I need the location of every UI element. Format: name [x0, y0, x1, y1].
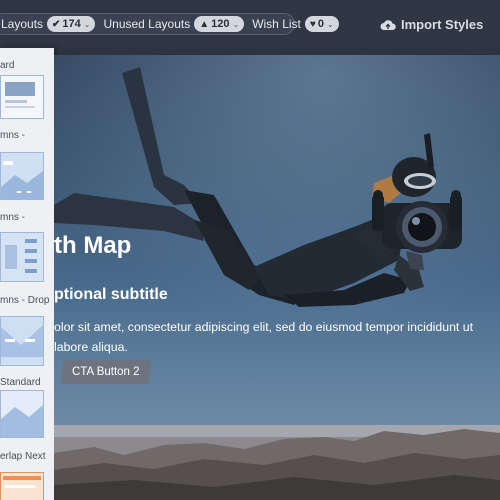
import-styles-button[interactable]: Import Styles — [380, 17, 483, 32]
unused-count: 120 — [211, 18, 230, 30]
mountain-photo — [54, 425, 500, 500]
wishlist-count: 0 — [317, 18, 324, 30]
sidebar-item-label: ard — [0, 60, 15, 71]
unused-count-dropdown[interactable]: ▲ 120 ⌄ — [194, 16, 245, 32]
hero-body-text: olor sit amet, consectetur adipiscing el… — [54, 320, 473, 354]
hero-subtitle: ptional subtitle — [54, 286, 168, 303]
chevron-down-icon: ⌄ — [83, 19, 91, 29]
layout-thumbnail[interactable] — [0, 75, 44, 119]
warning-icon: ▲ — [199, 18, 210, 30]
top-toolbar: Layouts ✔ 174 ⌄ Unused Layouts ▲ 120 ⌄ W… — [0, 0, 500, 48]
next-section-preview — [54, 425, 500, 500]
layout-sidebar: ard mns - mns - mns - Drop Standard erla… — [0, 48, 54, 500]
cta-button-2[interactable]: CTA Button 2 — [60, 360, 152, 384]
layouts-label: Layouts — [1, 17, 44, 31]
sidebar-item-label: Standard — [0, 377, 41, 388]
hero-title: th Map — [54, 232, 132, 259]
sidebar-item-label: erlap Next — [0, 451, 46, 462]
chevron-down-icon: ⌄ — [232, 19, 240, 29]
layout-thumbnail[interactable] — [0, 232, 44, 282]
import-styles-label: Import Styles — [401, 17, 484, 32]
hero-section: th Map ptional subtitle olor sit amet, c… — [54, 55, 500, 425]
sidebar-item-label: mns - — [0, 130, 25, 141]
cta-button-label: CTA Button 2 — [72, 366, 140, 378]
check-icon: ✔ — [52, 18, 61, 30]
wishlist-count-dropdown[interactable]: ♥ 0 ⌄ — [304, 16, 339, 32]
layouts-count-dropdown[interactable]: ✔ 174 ⌄ — [47, 16, 96, 32]
chevron-down-icon: ⌄ — [326, 19, 334, 29]
layout-thumbnail[interactable] — [0, 316, 44, 366]
layout-thumbnail[interactable] — [0, 390, 44, 438]
layout-thumbnail[interactable] — [0, 152, 44, 200]
sidebar-item-label: mns - Drop — [0, 295, 50, 306]
sidebar-item-label: mns - — [0, 212, 25, 223]
wish-list-label: Wish List — [252, 17, 301, 31]
heart-icon: ♥ — [309, 18, 316, 30]
cloud-upload-icon — [380, 19, 396, 31]
layout-filter-group: Layouts ✔ 174 ⌄ Unused Layouts ▲ 120 ⌄ W… — [0, 13, 339, 35]
layouts-count: 174 — [62, 18, 81, 30]
unused-layouts-label: Unused Layouts — [103, 17, 191, 31]
layout-thumbnail[interactable] — [0, 472, 44, 500]
